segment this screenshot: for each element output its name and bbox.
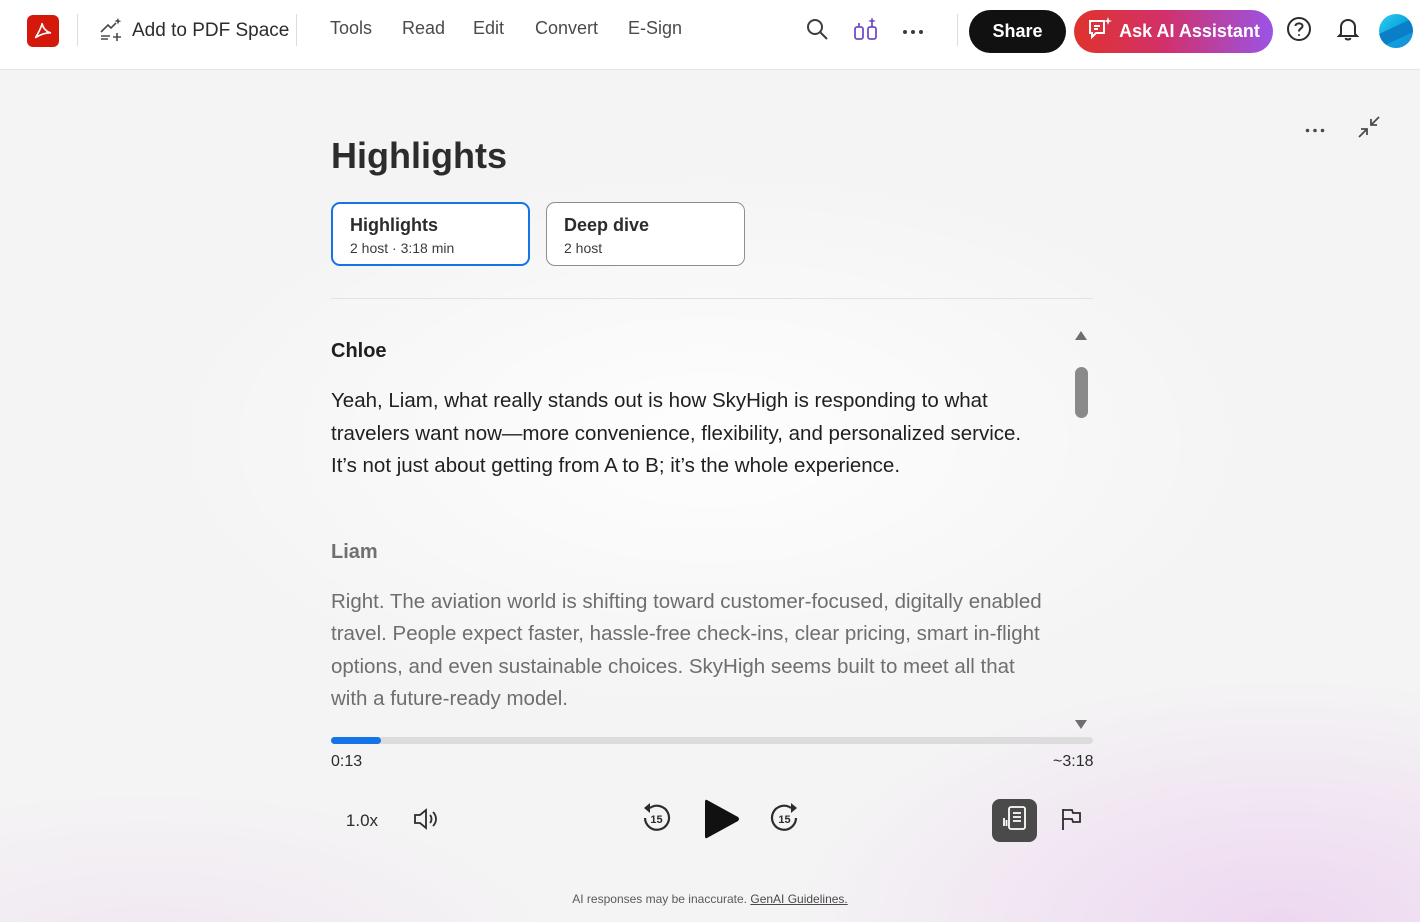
play-icon <box>701 797 741 846</box>
volume-icon <box>412 806 440 837</box>
option-deep-dive[interactable]: Deep dive 2 host <box>546 202 745 266</box>
scrollbar-thumb[interactable] <box>1075 367 1088 418</box>
transcript-entry: Liam Right. The aviation world is shifti… <box>331 541 1051 716</box>
nav-edit[interactable]: Edit <box>473 18 504 39</box>
divider <box>296 14 297 46</box>
volume-button[interactable] <box>408 803 444 839</box>
option-title: Highlights <box>350 215 438 235</box>
transcript-icon <box>1001 804 1029 837</box>
top-toolbar: Add to PDF Space Tools Read Edit Convert… <box>0 0 1420 70</box>
ai-disclaimer: AI responses may be inaccurate. GenAI Gu… <box>0 892 1420 906</box>
skip-back-seconds: 15 <box>650 814 662 826</box>
nav-e-sign[interactable]: E-Sign <box>628 18 682 39</box>
option-title: Deep dive <box>564 215 650 235</box>
help-icon <box>1286 16 1312 47</box>
playback-speed-button[interactable]: 1.0x <box>340 803 384 839</box>
page-title: Highlights <box>331 135 507 176</box>
nav-read[interactable]: Read <box>402 18 445 39</box>
scroll-down-arrow[interactable] <box>1073 718 1089 732</box>
panel-more-button[interactable] <box>1300 114 1330 144</box>
collapse-button[interactable] <box>1354 114 1384 144</box>
skip-forward-15-button[interactable]: 15 <box>766 801 804 839</box>
ai-sparkle-icon <box>852 15 880 48</box>
avatar[interactable] <box>1379 14 1413 48</box>
option-subtitle: 2 host · 3:18 min <box>350 240 455 256</box>
scroll-up-arrow[interactable] <box>1073 328 1089 342</box>
more-icon <box>1305 120 1325 138</box>
more-options-button[interactable] <box>896 14 930 48</box>
transcript-entry: Chloe Yeah, Liam, what really stands out… <box>331 340 1051 483</box>
report-button[interactable] <box>1053 803 1089 839</box>
divider <box>77 14 78 46</box>
speaker-name: Chloe <box>331 340 387 362</box>
transcript-toggle-button[interactable] <box>992 799 1037 842</box>
forward-15-icon: 15 <box>769 802 801 839</box>
add-to-pdf-space-label: Add to PDF Space <box>132 20 290 41</box>
divider <box>957 14 958 46</box>
bell-icon <box>1335 16 1361 47</box>
skip-back-15-button[interactable]: 15 <box>637 801 675 839</box>
genai-guidelines-link[interactable]: GenAI Guidelines. <box>750 892 847 906</box>
ask-ai-assistant-label: Ask AI Assistant <box>1119 21 1260 41</box>
divider <box>331 298 1093 299</box>
total-time: ~3:18 <box>1053 753 1094 770</box>
transcript-panel[interactable]: Chloe Yeah, Liam, what really stands out… <box>331 340 1051 730</box>
acrobat-logo-icon[interactable] <box>27 15 59 47</box>
ai-tools-button[interactable] <box>849 14 883 48</box>
collapse-icon <box>1356 114 1382 145</box>
add-to-pdf-space-button[interactable]: Add to PDF Space <box>98 16 289 46</box>
disclaimer-text: AI responses may be inaccurate. <box>572 892 748 906</box>
option-subtitle: 2 host <box>564 240 603 256</box>
notifications-button[interactable] <box>1331 14 1365 48</box>
ask-ai-assistant-button[interactable]: Ask AI Assistant <box>1074 10 1273 53</box>
elapsed-time: 0:13 <box>331 753 363 770</box>
add-to-space-icon <box>98 16 124 47</box>
help-button[interactable] <box>1282 14 1316 48</box>
transcript-text: Yeah, Liam, what really stands out is ho… <box>331 389 1022 477</box>
more-icon <box>902 22 924 40</box>
nav-convert[interactable]: Convert <box>535 18 598 39</box>
flag-icon <box>1058 806 1084 837</box>
nav-tools[interactable]: Tools <box>330 18 372 39</box>
share-button[interactable]: Share <box>969 10 1066 53</box>
speaker-name: Liam <box>331 540 378 563</box>
rewind-15-icon: 15 <box>640 802 672 839</box>
search-button[interactable] <box>800 14 834 48</box>
option-highlights[interactable]: Highlights 2 host · 3:18 min <box>331 202 530 266</box>
search-icon <box>805 17 829 46</box>
skip-forward-seconds: 15 <box>778 814 790 826</box>
ai-assistant-icon <box>1087 16 1113 47</box>
progress-fill <box>331 737 382 744</box>
playback-progress-bar[interactable] <box>331 737 1093 744</box>
play-button[interactable] <box>697 796 745 846</box>
transcript-text: Right. The aviation world is shifting to… <box>331 589 1042 711</box>
